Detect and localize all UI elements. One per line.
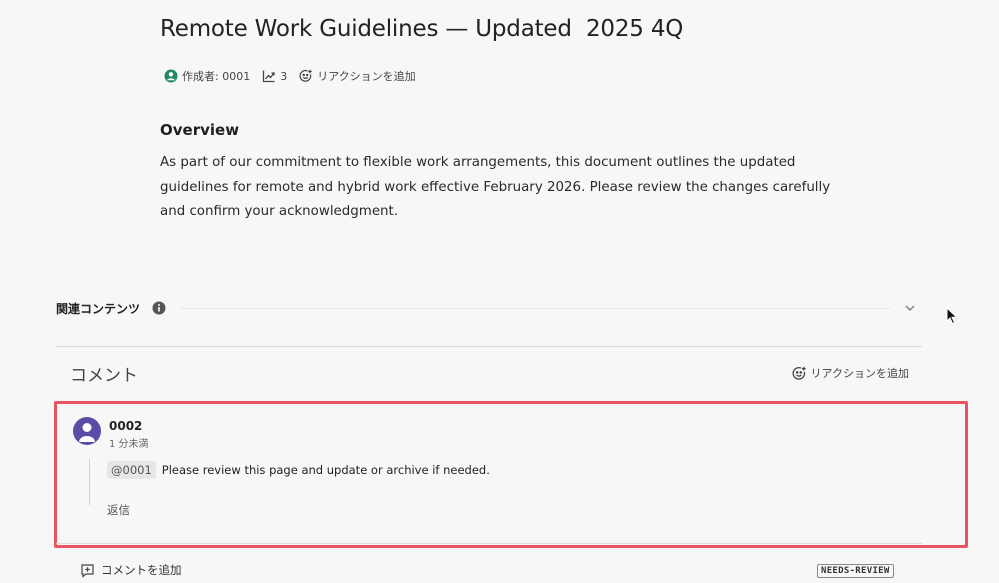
comments-add-reaction-button[interactable]: リアクションを追加 [792, 365, 909, 381]
add-reaction-button[interactable]: リアクションを追加 [299, 68, 416, 84]
comment-timestamp: 1 分未満 [109, 439, 149, 450]
overview-text: As part of our commitment to flexible wo… [160, 155, 831, 219]
status-badge: NEEDS-REVIEW [817, 564, 894, 578]
chevron-down-icon[interactable] [904, 302, 916, 314]
add-comment-label: コメントを追加 [101, 563, 182, 577]
add-comment-icon [80, 563, 95, 578]
comment-body: @0001 Please review this page and update… [107, 461, 490, 479]
page-meta: 作成者: 0001 3 リアクションを追加 [164, 68, 424, 84]
comments-divider [56, 543, 922, 544]
related-contents-section[interactable]: 関連コンテンツ [56, 295, 920, 321]
add-reaction-icon [792, 366, 807, 381]
comment-author[interactable]: 0002 [109, 419, 142, 433]
add-comment-button[interactable]: コメントを追加 [80, 562, 182, 578]
views-count: 3 [280, 69, 288, 83]
mouse-cursor-icon [946, 306, 958, 329]
related-contents-label: 関連コンテンツ [56, 301, 141, 316]
info-icon[interactable] [152, 301, 166, 315]
section-divider [56, 346, 922, 347]
views-info[interactable]: 3 [262, 69, 287, 83]
author-label: 作成者: 0001 [182, 70, 251, 83]
comments-title: コメント [70, 366, 138, 386]
comment-text: Please review this page and update or ar… [161, 463, 490, 477]
related-divider [180, 307, 890, 309]
user-avatar-icon [79, 423, 95, 442]
overview-heading: Overview [160, 121, 240, 139]
user-circle-icon [164, 69, 178, 83]
comments-add-reaction-label: リアクションを追加 [810, 367, 909, 380]
author-info[interactable]: 作成者: 0001 [164, 68, 250, 84]
add-reaction-icon [299, 69, 313, 83]
thread-line [89, 459, 90, 505]
page: Remote Work Guidelines — Updated 2025 4Q… [0, 0, 999, 583]
comment-card: 0002 1 分未満 @0001 Please review this page… [54, 401, 968, 548]
avatar[interactable] [73, 417, 101, 445]
trend-chart-icon [262, 69, 276, 83]
reply-button[interactable]: 返信 [107, 502, 130, 518]
page-title: Remote Work Guidelines — Updated 2025 4Q [160, 16, 684, 42]
add-reaction-label: リアクションを追加 [317, 70, 416, 83]
mention-chip[interactable]: @0001 [107, 461, 156, 479]
